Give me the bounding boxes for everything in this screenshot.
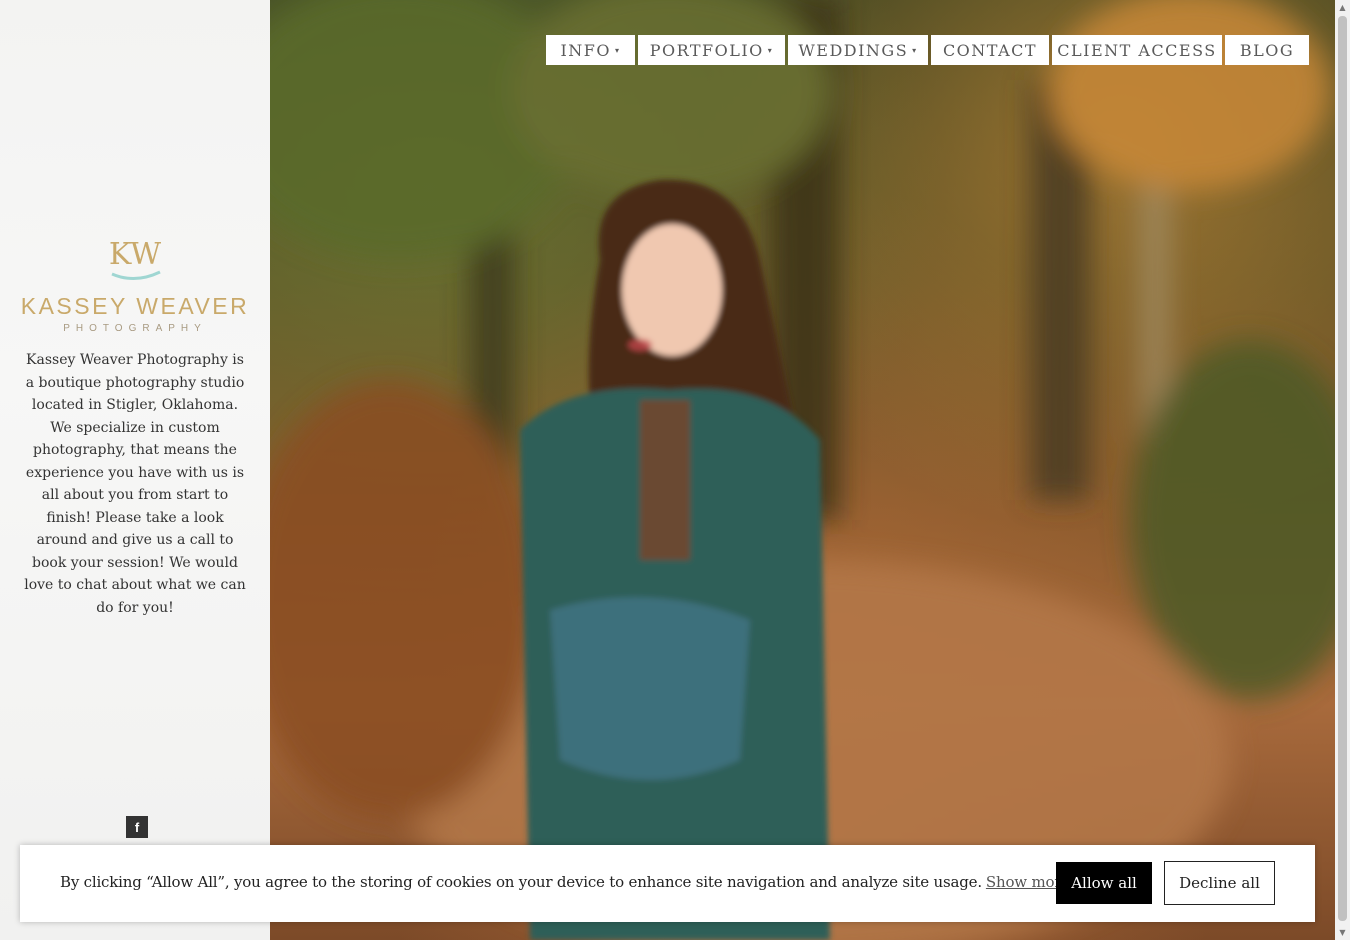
chevron-down-icon: ▾ <box>615 45 621 55</box>
scrollbar[interactable]: ▲ ▼ <box>1335 0 1350 940</box>
cookie-message-row: By clicking “Allow All”, you agree to th… <box>60 873 1075 891</box>
about-text: Kassey Weaver Photography is a boutique … <box>24 352 246 616</box>
nav-item-blog[interactable]: BLOG <box>1225 35 1309 65</box>
nav-label: PORTFOLIO <box>649 40 764 60</box>
scrollbar-thumb[interactable] <box>1338 16 1347 921</box>
scroll-up-icon[interactable]: ▲ <box>1335 0 1350 15</box>
scroll-down-icon[interactable]: ▼ <box>1335 925 1350 940</box>
site-logo[interactable]: KW KASSEY WEAVER PHOTOGRAPHY <box>0 232 270 336</box>
main-nav: INFO ▾ PORTFOLIO ▾ WEDDINGS ▾ CONTACT CL… <box>546 35 1309 65</box>
chevron-down-icon: ▾ <box>767 45 774 55</box>
logo-monogram: KW <box>109 237 161 272</box>
facebook-icon[interactable]: f <box>126 816 148 838</box>
nav-item-portfolio[interactable]: PORTFOLIO ▾ <box>638 35 785 65</box>
allow-all-button[interactable]: Allow all <box>1056 862 1152 904</box>
cookie-message: By clicking “Allow All”, you agree to th… <box>60 873 982 891</box>
logo-tagline: PHOTOGRAPHY <box>63 323 207 334</box>
nav-label: INFO <box>560 40 612 60</box>
nav-label: CONTACT <box>942 40 1038 60</box>
chevron-down-icon: ▾ <box>912 45 918 55</box>
decline-all-button[interactable]: Decline all <box>1164 861 1275 905</box>
nav-label: CLIENT ACCESS <box>1057 40 1217 60</box>
hero-image <box>270 0 1335 940</box>
cookie-banner: By clicking “Allow All”, you agree to th… <box>20 845 1315 922</box>
nav-label: BLOG <box>1239 40 1295 60</box>
logo-swash <box>111 270 161 280</box>
nav-item-info[interactable]: INFO ▾ <box>546 35 635 65</box>
sidebar: KW KASSEY WEAVER PHOTOGRAPHY Kassey Weav… <box>0 0 270 940</box>
hero-photo-illustration <box>270 0 1335 940</box>
nav-item-weddings[interactable]: WEDDINGS ▾ <box>788 35 928 65</box>
logo-name: KASSEY WEAVER <box>21 293 250 319</box>
nav-label: WEDDINGS <box>798 40 909 60</box>
nav-item-client-access[interactable]: CLIENT ACCESS <box>1052 35 1222 65</box>
nav-item-contact[interactable]: CONTACT <box>931 35 1049 65</box>
